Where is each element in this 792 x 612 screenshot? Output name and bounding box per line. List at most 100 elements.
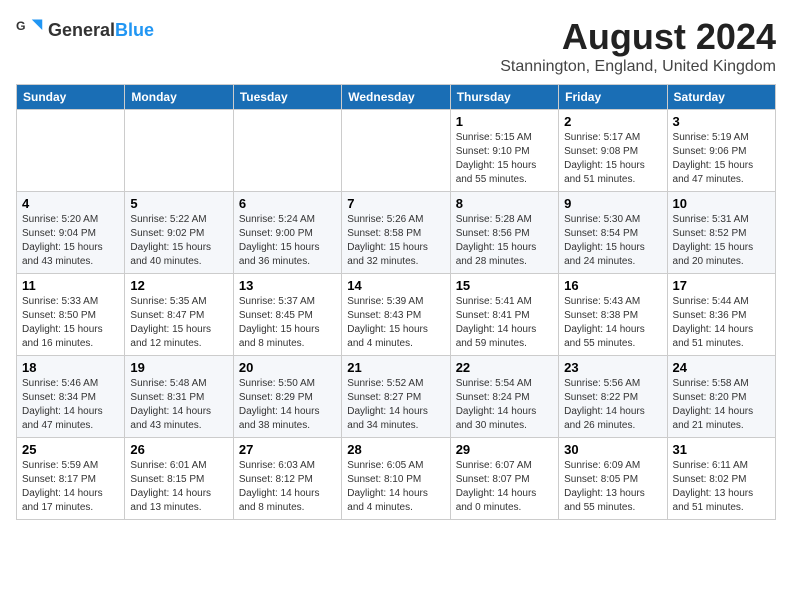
calendar-cell: 17 Sunrise: 5:44 AMSunset: 8:36 PMDayligh… <box>667 274 775 356</box>
day-number: 31 <box>673 442 770 457</box>
weekday-header-thursday: Thursday <box>450 85 558 110</box>
calendar-week-2: 4 Sunrise: 5:20 AMSunset: 9:04 PMDaylight… <box>17 192 776 274</box>
day-detail: Sunrise: 6:05 AMSunset: 8:10 PMDaylight:… <box>347 459 444 515</box>
calendar-cell: 30 Sunrise: 6:09 AMSunset: 8:05 PMDayligh… <box>559 438 667 520</box>
day-number: 23 <box>564 360 661 375</box>
calendar-cell: 28 Sunrise: 6:05 AMSunset: 8:10 PMDayligh… <box>342 438 450 520</box>
weekday-header-monday: Monday <box>125 85 233 110</box>
day-detail: Sunrise: 6:11 AMSunset: 8:02 PMDaylight:… <box>673 459 770 515</box>
calendar-cell <box>342 110 450 192</box>
calendar-cell: 3 Sunrise: 5:19 AMSunset: 9:06 PMDaylight… <box>667 110 775 192</box>
weekday-header-tuesday: Tuesday <box>233 85 341 110</box>
day-number: 24 <box>673 360 770 375</box>
day-detail: Sunrise: 5:46 AMSunset: 8:34 PMDaylight:… <box>22 377 119 433</box>
day-detail: Sunrise: 5:17 AMSunset: 9:08 PMDaylight:… <box>564 131 661 187</box>
day-number: 20 <box>239 360 336 375</box>
calendar-week-1: 1 Sunrise: 5:15 AMSunset: 9:10 PMDaylight… <box>17 110 776 192</box>
day-detail: Sunrise: 5:58 AMSunset: 8:20 PMDaylight:… <box>673 377 770 433</box>
day-detail: Sunrise: 5:26 AMSunset: 8:58 PMDaylight:… <box>347 213 444 269</box>
calendar-cell: 1 Sunrise: 5:15 AMSunset: 9:10 PMDaylight… <box>450 110 558 192</box>
day-number: 18 <box>22 360 119 375</box>
calendar-cell: 2Sunrise: 5:17 AMSunset: 9:08 PMDaylight… <box>559 110 667 192</box>
calendar-cell: 14 Sunrise: 5:39 AMSunset: 8:43 PMDayligh… <box>342 274 450 356</box>
logo-text-blue: Blue <box>115 20 154 40</box>
calendar-body: 1 Sunrise: 5:15 AMSunset: 9:10 PMDaylight… <box>17 110 776 520</box>
logo-icon: G <box>16 16 44 44</box>
day-number: 26 <box>130 442 227 457</box>
calendar-cell <box>233 110 341 192</box>
day-detail: Sunrise: 5:37 AMSunset: 8:45 PMDaylight:… <box>239 295 336 351</box>
calendar-cell: 18 Sunrise: 5:46 AMSunset: 8:34 PMDayligh… <box>17 356 125 438</box>
day-detail: Sunrise: 5:50 AMSunset: 8:29 PMDaylight:… <box>239 377 336 433</box>
day-detail: Sunrise: 5:59 AMSunset: 8:17 PMDaylight:… <box>22 459 119 515</box>
calendar-cell: 13 Sunrise: 5:37 AMSunset: 8:45 PMDayligh… <box>233 274 341 356</box>
day-number: 14 <box>347 278 444 293</box>
calendar-cell: 7Sunrise: 5:26 AMSunset: 8:58 PMDaylight… <box>342 192 450 274</box>
title-area: August 2024 Stannington, England, United… <box>500 16 776 76</box>
logo-text-general: General <box>48 20 115 40</box>
day-number: 21 <box>347 360 444 375</box>
calendar-week-5: 25Sunrise: 5:59 AMSunset: 8:17 PMDayligh… <box>17 438 776 520</box>
day-number: 15 <box>456 278 553 293</box>
day-detail: Sunrise: 6:07 AMSunset: 8:07 PMDaylight:… <box>456 459 553 515</box>
day-detail: Sunrise: 5:15 AMSunset: 9:10 PMDaylight:… <box>456 131 553 187</box>
day-detail: Sunrise: 5:35 AMSunset: 8:47 PMDaylight:… <box>130 295 227 351</box>
calendar-subtitle: Stannington, England, United Kingdom <box>500 58 776 76</box>
calendar-cell: 29 Sunrise: 6:07 AMSunset: 8:07 PMDayligh… <box>450 438 558 520</box>
calendar-cell <box>125 110 233 192</box>
calendar-cell: 27 Sunrise: 6:03 AMSunset: 8:12 PMDayligh… <box>233 438 341 520</box>
day-number: 4 <box>22 196 119 211</box>
calendar-cell: 8 Sunrise: 5:28 AMSunset: 8:56 PMDaylight… <box>450 192 558 274</box>
day-detail: Sunrise: 5:19 AMSunset: 9:06 PMDaylight:… <box>673 131 770 187</box>
calendar-cell: 26Sunrise: 6:01 AMSunset: 8:15 PMDayligh… <box>125 438 233 520</box>
calendar-cell: 23 Sunrise: 5:56 AMSunset: 8:22 PMDayligh… <box>559 356 667 438</box>
day-number: 5 <box>130 196 227 211</box>
calendar-table: SundayMondayTuesdayWednesdayThursdayFrid… <box>16 84 776 520</box>
day-number: 8 <box>456 196 553 211</box>
day-number: 3 <box>673 114 770 129</box>
calendar-cell: 31 Sunrise: 6:11 AMSunset: 8:02 PMDayligh… <box>667 438 775 520</box>
header: G GeneralBlue August 2024 Stannington, E… <box>16 16 776 76</box>
day-number: 12 <box>130 278 227 293</box>
calendar-cell: 15Sunrise: 5:41 AMSunset: 8:41 PMDayligh… <box>450 274 558 356</box>
day-number: 29 <box>456 442 553 457</box>
day-number: 1 <box>456 114 553 129</box>
calendar-header-row: SundayMondayTuesdayWednesdayThursdayFrid… <box>17 85 776 110</box>
day-number: 19 <box>130 360 227 375</box>
day-detail: Sunrise: 5:20 AMSunset: 9:04 PMDaylight:… <box>22 213 119 269</box>
calendar-cell: 19 Sunrise: 5:48 AMSunset: 8:31 PMDayligh… <box>125 356 233 438</box>
weekday-header-wednesday: Wednesday <box>342 85 450 110</box>
calendar-cell: 20 Sunrise: 5:50 AMSunset: 8:29 PMDayligh… <box>233 356 341 438</box>
calendar-cell: 9Sunrise: 5:30 AMSunset: 8:54 PMDaylight… <box>559 192 667 274</box>
day-detail: Sunrise: 6:03 AMSunset: 8:12 PMDaylight:… <box>239 459 336 515</box>
calendar-cell: 24 Sunrise: 5:58 AMSunset: 8:20 PMDayligh… <box>667 356 775 438</box>
day-detail: Sunrise: 5:33 AMSunset: 8:50 PMDaylight:… <box>22 295 119 351</box>
day-number: 10 <box>673 196 770 211</box>
weekday-header-saturday: Saturday <box>667 85 775 110</box>
day-detail: Sunrise: 5:31 AMSunset: 8:52 PMDaylight:… <box>673 213 770 269</box>
calendar-cell: 21Sunrise: 5:52 AMSunset: 8:27 PMDayligh… <box>342 356 450 438</box>
day-detail: Sunrise: 5:28 AMSunset: 8:56 PMDaylight:… <box>456 213 553 269</box>
day-number: 13 <box>239 278 336 293</box>
day-number: 27 <box>239 442 336 457</box>
day-number: 6 <box>239 196 336 211</box>
day-detail: Sunrise: 5:39 AMSunset: 8:43 PMDaylight:… <box>347 295 444 351</box>
day-detail: Sunrise: 5:24 AMSunset: 9:00 PMDaylight:… <box>239 213 336 269</box>
calendar-cell <box>17 110 125 192</box>
calendar-cell: 6 Sunrise: 5:24 AMSunset: 9:00 PMDaylight… <box>233 192 341 274</box>
day-detail: Sunrise: 6:09 AMSunset: 8:05 PMDaylight:… <box>564 459 661 515</box>
day-detail: Sunrise: 5:44 AMSunset: 8:36 PMDaylight:… <box>673 295 770 351</box>
calendar-cell: 5Sunrise: 5:22 AMSunset: 9:02 PMDaylight… <box>125 192 233 274</box>
day-number: 30 <box>564 442 661 457</box>
day-number: 17 <box>673 278 770 293</box>
day-number: 11 <box>22 278 119 293</box>
day-detail: Sunrise: 5:30 AMSunset: 8:54 PMDaylight:… <box>564 213 661 269</box>
weekday-header-friday: Friday <box>559 85 667 110</box>
calendar-cell: 4 Sunrise: 5:20 AMSunset: 9:04 PMDaylight… <box>17 192 125 274</box>
day-number: 28 <box>347 442 444 457</box>
day-detail: Sunrise: 5:43 AMSunset: 8:38 PMDaylight:… <box>564 295 661 351</box>
calendar-week-4: 18 Sunrise: 5:46 AMSunset: 8:34 PMDayligh… <box>17 356 776 438</box>
day-detail: Sunrise: 5:56 AMSunset: 8:22 PMDaylight:… <box>564 377 661 433</box>
day-detail: Sunrise: 5:48 AMSunset: 8:31 PMDaylight:… <box>130 377 227 433</box>
calendar-cell: 22Sunrise: 5:54 AMSunset: 8:24 PMDayligh… <box>450 356 558 438</box>
